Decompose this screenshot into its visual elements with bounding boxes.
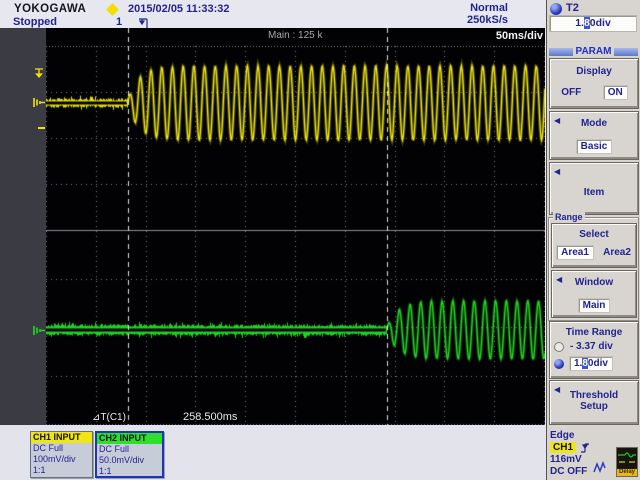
marker-number: 1 (116, 16, 123, 28)
cursor-measure-value: 258.500ms (183, 411, 238, 423)
waveform-plot-area (46, 28, 545, 425)
display-off-option[interactable]: OFF (561, 87, 581, 98)
menu-display-button[interactable]: Display OFF ON (550, 59, 638, 108)
ch1-input-box[interactable]: CH1 INPUT DC Full 100mV/div 1:1 (30, 431, 93, 478)
waveform-display[interactable] (46, 28, 545, 425)
ch2-probe: 1:1 (99, 466, 112, 476)
ch2-vdiv: 50.0mV/div (99, 455, 145, 465)
item-title: Item (583, 187, 605, 198)
trigger-type-label: Edge (550, 430, 575, 441)
ch2-input-title: CH2 INPUT (97, 433, 162, 444)
select-area2-option[interactable]: Area2 (603, 247, 631, 258)
cursor-measure-label: ⊿T(C1) (92, 412, 126, 423)
threshold-title-line2: Setup (580, 401, 608, 412)
tr-value-suffix: 0div (587, 358, 608, 369)
display-title: Display (576, 66, 612, 77)
ch2-zero-marker-icon[interactable] (32, 324, 46, 342)
trigger-hysteresis-tick (38, 127, 45, 129)
t2-value-box[interactable]: 1.80div (550, 16, 636, 31)
ch1-coupling: DC Full (33, 443, 64, 453)
param-menu-header: PARAM (549, 45, 638, 58)
menu-arrow-icon: ◀ (554, 116, 561, 125)
ch1-vdiv: 100mV/div (33, 454, 76, 464)
t2-value-prefix: 1. (575, 17, 584, 29)
ch2-input-box[interactable]: CH2 INPUT DC Full 50.0mV/div 1:1 (95, 431, 164, 478)
delay-thumbnail-label: Delay (617, 469, 637, 476)
threshold-title-line1: Threshold (569, 390, 619, 401)
menu-arrow-icon: ◀ (554, 167, 561, 176)
trigger-mode-label: Normal (470, 2, 508, 14)
display-on-option[interactable]: ON (603, 86, 627, 99)
menu-select-button[interactable]: Select Area1 Area2 (552, 224, 636, 267)
trigger-source-badge: CH1 (550, 442, 577, 453)
param-header-title: PARAM (575, 46, 612, 57)
acquisition-status: Stopped (13, 16, 57, 28)
time-range-row1-value: - 3.37 div (570, 341, 613, 352)
timebase-label: 50ms/div (495, 30, 543, 42)
menu-arrow-icon: ◀ (556, 275, 563, 284)
time-range-row2[interactable]: 1.80div (554, 357, 612, 370)
mode-title: Mode (580, 118, 608, 129)
t2-value-suffix: 0div (589, 17, 611, 29)
time-range-row1[interactable]: - 3.37 div (554, 341, 613, 352)
noise-reject-icon (592, 460, 607, 479)
window-title: Window (574, 277, 614, 288)
menu-item-button[interactable]: ◀ Item (550, 163, 638, 214)
channel-status-bar: CH1 INPUT DC Full 100mV/div 1:1 CH2 INPU… (0, 425, 546, 480)
menu-mode-button[interactable]: ◀ Mode Basic (550, 112, 638, 159)
brand-diamond-icon (106, 3, 119, 16)
menu-threshold-button[interactable]: ◀ Threshold Setup (550, 381, 638, 424)
menu-time-range-button[interactable]: Time Range - 3.37 div 1.80div (550, 322, 638, 378)
param-header-bar-right (614, 47, 638, 56)
range-group-label: Range (553, 212, 585, 222)
brand-logo: YOKOGAWA (14, 3, 87, 15)
ch1-zero-marker-icon[interactable] (32, 96, 46, 114)
window-value[interactable]: Main (578, 299, 610, 312)
trigger-coupling-label: DC OFF (550, 466, 588, 477)
menu-window-button[interactable]: ◀ Window Main (552, 271, 636, 317)
ch2-coupling: DC Full (99, 444, 130, 454)
radio-on-icon[interactable] (554, 358, 564, 369)
t2-label: T2 (566, 2, 579, 14)
trigger-level-label: 116mV (550, 454, 582, 465)
graticule-left-margin (0, 28, 46, 425)
t2-knob-icon[interactable] (550, 3, 562, 15)
ch1-probe: 1:1 (33, 465, 46, 475)
menu-arrow-icon: ◀ (554, 385, 561, 394)
mode-value[interactable]: Basic (576, 140, 612, 153)
time-range-title: Time Range (565, 327, 623, 338)
select-title: Select (579, 229, 609, 240)
record-length-label: Main : 125 k (268, 30, 323, 41)
param-header-bar-left (549, 47, 573, 56)
sample-rate-label: 250kS/s (467, 14, 508, 26)
select-area1-option[interactable]: Area1 (557, 246, 593, 259)
ch1-input-title: CH1 INPUT (31, 432, 92, 443)
trigger-level-marker-icon[interactable] (34, 66, 46, 84)
radio-off-icon[interactable] (554, 341, 564, 352)
delay-thumbnail[interactable]: Delay (616, 447, 638, 477)
datetime-display: 2015/02/05 11:33:32 (128, 3, 230, 15)
time-range-row2-value[interactable]: 1.80div (570, 357, 612, 370)
oscilloscope-screen: YOKOGAWA 2015/02/05 11:33:32 Stopped 1 N… (0, 0, 640, 480)
